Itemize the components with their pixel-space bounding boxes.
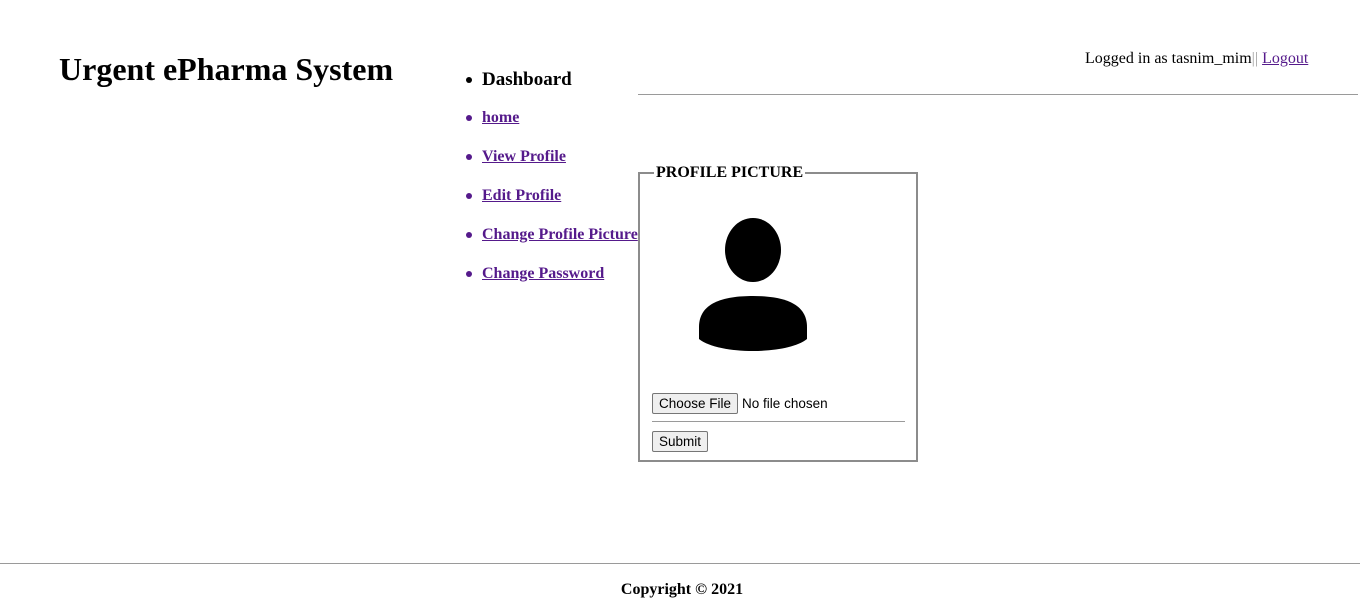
- login-status-bar: Logged in as tasnim_mim|| Logout: [1085, 49, 1308, 69]
- profile-picture-fieldset: PROFILE PICTURE Choose File No file chos…: [638, 164, 918, 462]
- logout-link[interactable]: Logout: [1262, 50, 1308, 67]
- user-silhouette-icon: [699, 218, 807, 351]
- nav-item-edit-profile: Edit Profile: [466, 186, 638, 206]
- file-status-text: No file chosen: [742, 395, 828, 411]
- file-input-row: Choose File No file chosen: [652, 392, 828, 414]
- nav-item-change-password: Change Password: [466, 264, 638, 284]
- form-divider: [652, 421, 905, 422]
- header-divider: [638, 94, 1358, 95]
- separator: ||: [1251, 50, 1259, 67]
- nav-link-change-profile-picture[interactable]: Change Profile Picture: [482, 226, 638, 243]
- nav-item-change-profile-picture: Change Profile Picture: [466, 225, 638, 245]
- submit-button[interactable]: Submit: [652, 431, 709, 452]
- profile-picture-legend: PROFILE PICTURE: [654, 164, 806, 182]
- copyright-text: Copyright © 2021: [620, 581, 744, 598]
- logged-in-user-text: Logged in as tasnim_mim: [1085, 50, 1252, 67]
- nav-link-edit-profile[interactable]: Edit Profile: [482, 187, 561, 204]
- footer-divider: [0, 563, 1360, 564]
- nav-heading-dashboard: Dashboard: [466, 66, 638, 94]
- nav-link-change-password[interactable]: Change Password: [482, 265, 604, 282]
- site-title: Urgent ePharma System: [59, 51, 394, 87]
- side-nav: Dashboard home View Profile Edit Profile…: [466, 66, 638, 303]
- nav-heading-label: Dashboard: [482, 69, 572, 90]
- nav-link-view-profile[interactable]: View Profile: [482, 148, 566, 165]
- nav-item-view-profile: View Profile: [466, 147, 638, 167]
- choose-file-button[interactable]: Choose File: [652, 392, 739, 414]
- nav-item-home: home: [466, 108, 638, 128]
- nav-link-home[interactable]: home: [482, 109, 519, 126]
